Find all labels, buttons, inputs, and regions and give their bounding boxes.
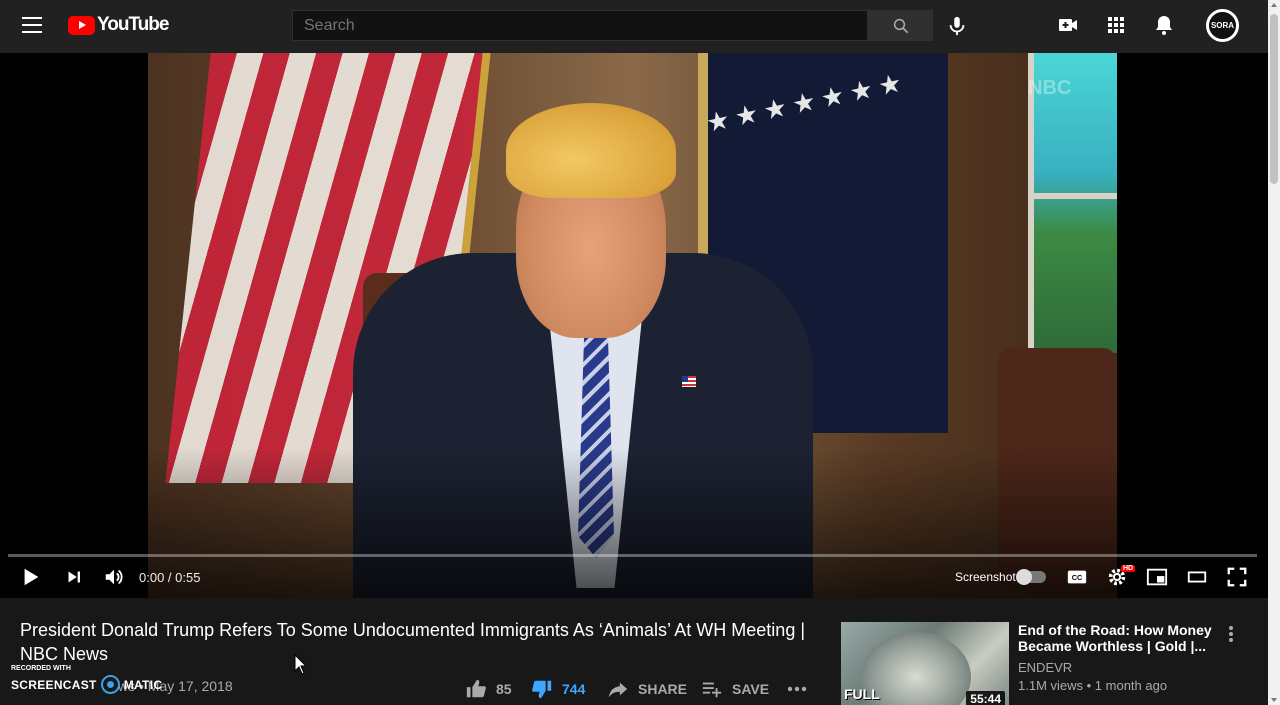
scrollbar-thumb[interactable]: [1270, 14, 1278, 184]
menu-icon[interactable]: [22, 17, 42, 33]
share-button[interactable]: SHARE: [606, 678, 687, 700]
person-hair: [506, 103, 676, 198]
masthead: YouTube SORA: [0, 0, 1268, 53]
time-display: 0:00 / 0:55: [139, 570, 201, 585]
thumbnail-text: FULL: [844, 686, 880, 702]
player-controls: 0:00 / 0:55 Screenshot CC HD: [0, 548, 1268, 598]
youtube-watch-page: YouTube SORA ★★★★★★★ NBC: [0, 0, 1280, 705]
recommended-views: 1.1M views • 1 month ago: [1018, 678, 1168, 693]
save-button[interactable]: SAVE: [700, 678, 769, 700]
page-scrollbar[interactable]: [1268, 0, 1280, 705]
search-icon: [893, 18, 908, 33]
captions-icon[interactable]: CC: [1065, 566, 1089, 588]
recommended-menu-icon[interactable]: [1229, 626, 1235, 642]
dislike-button[interactable]: 744: [530, 678, 585, 700]
youtube-logo[interactable]: YouTube: [68, 14, 169, 36]
play-icon[interactable]: [20, 566, 42, 588]
theater-icon[interactable]: [1185, 566, 1209, 588]
search-button[interactable]: [868, 10, 933, 41]
like-button[interactable]: 85: [464, 678, 512, 700]
recommended-title[interactable]: End of the Road: How Money Became Worthl…: [1018, 622, 1218, 654]
watermark-small-text: RECORDED WITH: [11, 665, 71, 672]
watermark-brand: SCREENCAST MATIC: [11, 675, 162, 694]
youtube-logo-icon: [68, 15, 95, 35]
recommended-thumbnail[interactable]: FULL 55:44: [841, 622, 1009, 705]
more-icon[interactable]: [786, 682, 808, 696]
mic-icon[interactable]: [946, 14, 968, 38]
scroll-up-arrow-icon[interactable]: [1271, 3, 1277, 7]
screencast-logo-icon: [100, 675, 120, 694]
recommended-channel[interactable]: ENDEVR: [1018, 660, 1072, 675]
screencast-watermark: RECORDED WITH SCREENCAST MATIC: [11, 665, 162, 694]
dislike-icon: [532, 680, 552, 699]
fullscreen-icon[interactable]: [1226, 566, 1248, 588]
avatar[interactable]: SORA: [1206, 9, 1239, 42]
notifications-icon[interactable]: [1152, 13, 1176, 37]
screenshot-toggle[interactable]: [1016, 569, 1046, 585]
screenshot-label: Screenshot: [955, 570, 1016, 584]
svg-text:CC: CC: [1072, 573, 1083, 582]
watch-metadata: President Donald Trump Refers To Some Un…: [0, 598, 1268, 705]
flag-pin: [682, 376, 696, 387]
video-duration: 55:44: [966, 691, 1005, 705]
progress-bar[interactable]: [8, 554, 1257, 557]
video-frame[interactable]: ★★★★★★★ NBC: [148, 53, 1117, 598]
like-icon: [466, 679, 486, 698]
next-icon[interactable]: [63, 566, 85, 588]
scroll-down-arrow-icon[interactable]: [1271, 698, 1277, 702]
save-label: SAVE: [732, 681, 770, 697]
save-icon: [702, 682, 722, 698]
share-icon: [608, 682, 628, 698]
volume-icon[interactable]: [101, 566, 127, 588]
watermark-brand-right: MATIC: [123, 677, 163, 692]
video-player[interactable]: ★★★★★★★ NBC 0:00 / 0:55 Screenshot CC HD: [0, 53, 1268, 598]
avatar-text: SORA: [1209, 12, 1236, 39]
hd-badge: HD: [1121, 565, 1136, 572]
nbc-watermark: NBC: [1028, 77, 1072, 99]
apps-icon[interactable]: [1104, 13, 1128, 37]
like-count: 85: [496, 681, 512, 697]
watermark-brand-left: SCREENCAST: [11, 677, 97, 692]
share-label: SHARE: [638, 681, 688, 697]
miniplayer-icon[interactable]: [1144, 566, 1170, 588]
search-input[interactable]: [292, 10, 868, 41]
video-title: President Donald Trump Refers To Some Un…: [20, 620, 806, 664]
dislike-count: 744: [562, 681, 586, 697]
logo-text: YouTube: [97, 14, 169, 35]
mouse-cursor-icon: [294, 654, 308, 675]
create-video-icon[interactable]: [1056, 13, 1080, 37]
